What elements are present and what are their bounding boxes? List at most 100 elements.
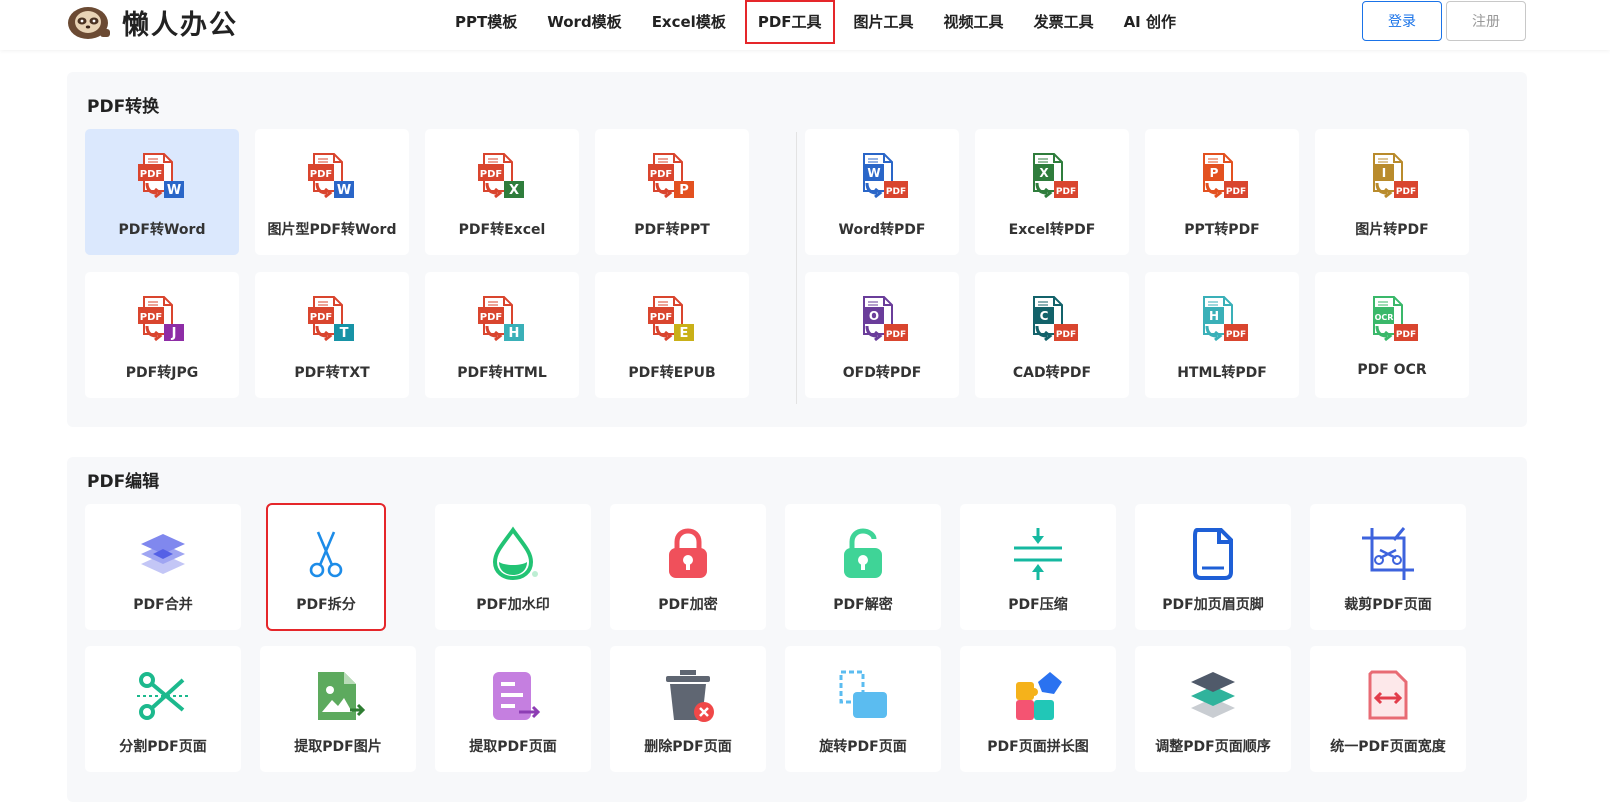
tool-card-pdf转excel[interactable]: PDF X PDF转Excel (425, 129, 579, 255)
tool-card-提取pdf图片[interactable]: 提取PDF图片 (260, 646, 416, 772)
login-button[interactable]: 登录 (1362, 1, 1442, 41)
pdf-badge-text: PDF (650, 312, 672, 323)
site-name: 懒人办公 (122, 9, 238, 41)
tool-card-label: 裁剪PDF页面 (1344, 597, 1432, 613)
pdf-badge-text: PDF (140, 312, 162, 323)
tool-card-label: PDF加页眉页脚 (1162, 597, 1264, 613)
tool-card-label: PDF转TXT (294, 365, 370, 381)
tool-card-label: PDF加密 (658, 597, 718, 613)
trash-icon (660, 668, 716, 724)
tool-card-pdf拆分[interactable]: PDF拆分 (266, 503, 386, 631)
target-letter: H (509, 326, 520, 341)
tool-card-pdf转html[interactable]: PDF H PDF转HTML (425, 272, 579, 398)
tool-card-分割pdf页面[interactable]: 分割PDF页面 (85, 646, 241, 772)
width-arrows-icon (1360, 668, 1416, 724)
tool-card-图片型pdf转word[interactable]: PDF W 图片型PDF转Word (255, 129, 409, 255)
tool-card-label: PDF转JPG (125, 365, 199, 381)
nav-pdf-tools[interactable]: PDF工具 (744, 0, 835, 44)
tool-card-pdf转jpg[interactable]: PDF J PDF转JPG (85, 272, 239, 398)
nav-ppt-templates[interactable]: PPT模板 (440, 0, 532, 44)
p-to-pdf-file-icon: P PDF (1194, 151, 1250, 207)
tool-card-调整pdf页面顺序[interactable]: 调整PDF页面顺序 (1135, 646, 1291, 772)
tool-card-pdf-ocr[interactable]: OCR PDF PDF OCR (1315, 272, 1469, 398)
scissors-icon (298, 526, 354, 582)
pdf-to-w-file-icon: PDF W (304, 151, 360, 207)
tool-card-删除pdf页面[interactable]: 删除PDF页面 (610, 646, 766, 772)
nav-invoice-tools[interactable]: 发票工具 (1019, 0, 1109, 44)
tool-card-pdf转ppt[interactable]: PDF P PDF转PPT (595, 129, 749, 255)
tool-card-cad转pdf[interactable]: C PDF CAD转PDF (975, 272, 1129, 398)
main-nav: PPT模板 Word模板 Excel模板 PDF工具 图片工具 视频工具 发票工… (440, 0, 1191, 44)
i-to-pdf-file-icon: I PDF (1364, 151, 1420, 207)
tool-card-label: OFD转PDF (842, 365, 922, 381)
nav-excel-templates[interactable]: Excel模板 (637, 0, 741, 44)
target-letter: T (340, 326, 349, 341)
tool-card-label: HTML转PDF (1177, 365, 1267, 381)
tool-card-裁剪pdf页面[interactable]: 裁剪PDF页面 (1310, 504, 1466, 630)
pdf-to-h-file-icon: PDF H (474, 294, 530, 350)
compress-icon (1010, 526, 1066, 582)
tool-card-旋转pdf页面[interactable]: 旋转PDF页面 (785, 646, 941, 772)
tool-card-ppt转pdf[interactable]: P PDF PPT转PDF (1145, 129, 1299, 255)
tool-card-pdf转epub[interactable]: PDF E PDF转EPUB (595, 272, 749, 398)
tool-card-pdf压缩[interactable]: PDF压缩 (960, 504, 1116, 630)
tool-card-pdf加水印[interactable]: PDF加水印 (435, 504, 591, 630)
tool-card-label: Excel转PDF (1008, 222, 1096, 238)
tool-card-label: PDF转HTML (457, 365, 547, 381)
pdf-to-j-file-icon: PDF J (134, 294, 190, 350)
h-to-pdf-file-icon: H PDF (1194, 294, 1250, 350)
pdf-badge-text: PDF (1226, 187, 1246, 197)
source-letter: P (1210, 166, 1219, 180)
pdf-badge-text: PDF (140, 169, 162, 180)
o-to-pdf-file-icon: O PDF (854, 294, 910, 350)
nav-image-tools[interactable]: 图片工具 (839, 0, 929, 44)
source-letter: X (1039, 166, 1049, 180)
split-scissors-icon (135, 668, 191, 724)
target-letter: X (509, 183, 519, 198)
tool-card-pdf加密[interactable]: PDF加密 (610, 504, 766, 630)
tool-card-pdf加页眉页脚[interactable]: PDF加页眉页脚 (1135, 504, 1291, 630)
tool-card-pdf转word[interactable]: PDF W PDF转Word (85, 129, 239, 255)
tool-card-html转pdf[interactable]: H PDF HTML转PDF (1145, 272, 1299, 398)
tool-card-pdf页面拼长图[interactable]: PDF页面拼长图 (960, 646, 1116, 772)
source-letter: C (1040, 309, 1049, 323)
register-button[interactable]: 注册 (1446, 1, 1526, 41)
w-to-pdf-file-icon: W PDF (854, 151, 910, 207)
tool-card-label: PPT转PDF (1184, 222, 1260, 238)
pdf-editing-section: PDF编辑 PDF合并 PDF拆分 PDF加水印 PDF加密 PDF解密 PDF压缩 PDF… (67, 457, 1527, 802)
pdf-badge-text: PDF (886, 330, 906, 340)
tool-card-label: PDF页面拼长图 (987, 739, 1089, 755)
pdf-to-p-file-icon: PDF P (644, 151, 700, 207)
page-header-icon (1185, 526, 1241, 582)
target-letter: W (337, 183, 351, 198)
rotate-page-icon (835, 668, 891, 724)
tool-card-label: PDF合并 (133, 597, 193, 613)
tool-card-pdf解密[interactable]: PDF解密 (785, 504, 941, 630)
lock-icon (660, 526, 716, 582)
tool-card-label: 图片型PDF转Word (267, 222, 397, 238)
tool-card-excel转pdf[interactable]: X PDF Excel转PDF (975, 129, 1129, 255)
page-extract-icon (485, 668, 541, 724)
nav-video-tools[interactable]: 视频工具 (929, 0, 1019, 44)
tool-card-统一pdf页面宽度[interactable]: 统一PDF页面宽度 (1310, 646, 1466, 772)
tool-card-图片转pdf[interactable]: I PDF 图片转PDF (1315, 129, 1469, 255)
tool-card-提取pdf页面[interactable]: 提取PDF页面 (435, 646, 591, 772)
tool-card-pdf转txt[interactable]: PDF T PDF转TXT (255, 272, 409, 398)
tool-card-ofd转pdf[interactable]: O PDF OFD转PDF (805, 272, 959, 398)
tool-card-label: 删除PDF页面 (644, 739, 732, 755)
reorder-layers-icon (1185, 668, 1241, 724)
pdf-badge-text: PDF (1056, 187, 1076, 197)
tool-card-word转pdf[interactable]: W PDF Word转PDF (805, 129, 959, 255)
source-letter: OCR (1375, 313, 1394, 322)
tool-card-label: 提取PDF图片 (294, 739, 382, 755)
c-to-pdf-file-icon: C PDF (1024, 294, 1080, 350)
tool-card-label: PDF转Word (118, 222, 206, 238)
nav-word-templates[interactable]: Word模板 (532, 0, 636, 44)
nav-ai-create[interactable]: AI 创作 (1109, 0, 1191, 44)
tool-card-label: 图片转PDF (1355, 222, 1429, 238)
pdf-badge-text: PDF (650, 169, 672, 180)
site-logo[interactable]: 懒人办公 (66, 2, 238, 42)
pdf-to-w-file-icon: PDF W (134, 151, 190, 207)
crop-icon (1360, 526, 1416, 582)
tool-card-pdf合并[interactable]: PDF合并 (85, 504, 241, 630)
